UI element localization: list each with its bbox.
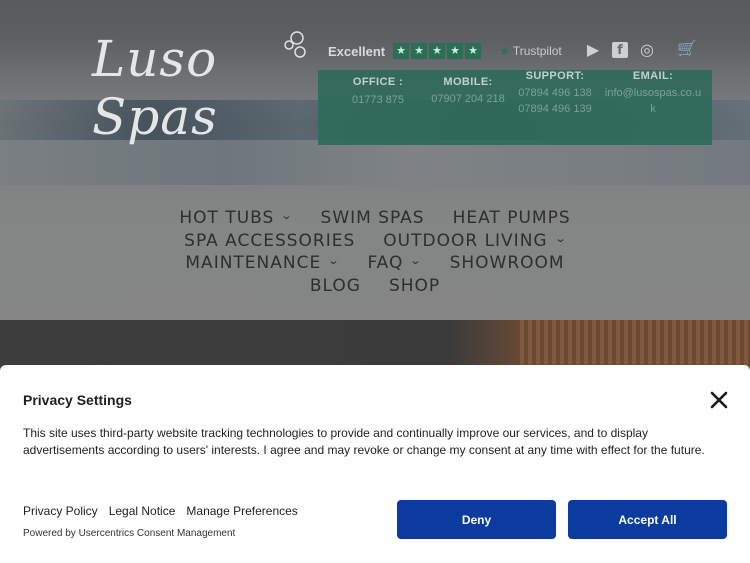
email-address-line2[interactable]: k: [602, 101, 704, 117]
trustpilot-rating-label: Excellent: [328, 43, 386, 59]
star-icon: ★: [429, 43, 446, 59]
office-label: OFFICE :: [352, 76, 404, 88]
dialog-description: This site uses third-party website track…: [23, 426, 705, 457]
youtube-icon[interactable]: ▶: [584, 40, 602, 59]
nav-item-label: BLOG: [309, 276, 361, 296]
legal-notice-link[interactable]: Legal Notice: [109, 504, 176, 518]
nav-item-label: SPA ACCESSORIES: [184, 231, 356, 251]
mobile-phone[interactable]: 07907 204 218: [422, 91, 514, 107]
contact-email: EMAIL: info@lusospas.co.u k: [602, 70, 704, 117]
star-icon: ★: [465, 43, 482, 59]
trustpilot-brand: Trustpilot: [512, 44, 562, 58]
chevron-down-icon: ⌄: [327, 253, 341, 267]
manage-preferences-link[interactable]: Manage Preferences: [186, 504, 297, 518]
accept-all-button[interactable]: Accept All: [568, 500, 727, 539]
nav-item-label: SWIM SPAS: [320, 208, 425, 228]
contact-info-box: OFFICE : 01773 875 MOBILE: 07907 204 218…: [318, 70, 712, 145]
nav-item-label: HOT TUBS: [179, 208, 275, 228]
nav-item-blog[interactable]: BLOG: [310, 276, 361, 296]
nav-item-spa-accessories[interactable]: SPA ACCESSORIES: [184, 231, 355, 251]
email-address-line1[interactable]: info@lusospas.co.u: [602, 85, 704, 101]
nav-item-label: MAINTENANCE: [185, 253, 322, 273]
powered-by-text: Powered by Usercentrics Consent Manageme…: [23, 528, 236, 539]
social-links: ▶ f ◎: [584, 40, 656, 59]
nav-item-outdoor-living[interactable]: OUTDOOR LIVING ⌄: [383, 231, 566, 251]
nav-item-label: FAQ: [367, 253, 404, 273]
nav-item-shop[interactable]: SHOP: [389, 276, 440, 296]
nav-item-maintenance[interactable]: MAINTENANCE ⌄: [185, 253, 339, 273]
privacy-settings-dialog: Privacy Settings This site uses third-pa…: [0, 365, 750, 563]
nav-item-label: OUTDOOR LIVING: [383, 231, 548, 251]
trustpilot-widget[interactable]: Excellent ★ ★ ★ ★ ★ ★ Trustpilot: [328, 42, 562, 60]
support-label: SUPPORT:: [525, 70, 585, 82]
nav-item-showroom[interactable]: SHOWROOM: [450, 253, 565, 273]
nav-item-hot-tubs[interactable]: HOT TUBS ⌄: [179, 208, 292, 228]
chevron-down-icon: ⌄: [280, 208, 295, 222]
close-button[interactable]: [709, 390, 729, 410]
email-label: EMAIL:: [632, 70, 674, 82]
mobile-label: MOBILE:: [443, 76, 493, 88]
trustpilot-logo: ★ Trustpilot: [499, 44, 562, 58]
nav-item-faq[interactable]: FAQ ⌄: [367, 253, 421, 273]
chevron-down-icon: ⌄: [409, 253, 424, 267]
dialog-title: Privacy Settings: [23, 392, 132, 408]
site-logo[interactable]: Luso Spas: [92, 30, 307, 146]
support-phone-2[interactable]: 07894 496 139: [514, 101, 596, 117]
trustpilot-stars: ★ ★ ★ ★ ★: [393, 43, 482, 59]
close-icon: [710, 391, 728, 409]
star-icon: ★: [411, 43, 428, 59]
contact-office: OFFICE : 01773 875: [342, 76, 414, 108]
contact-support: SUPPORT: 07894 496 138 07894 496 139: [514, 70, 596, 117]
privacy-policy-link[interactable]: Privacy Policy: [23, 504, 98, 518]
contact-mobile: MOBILE: 07907 204 218: [422, 76, 514, 107]
chevron-down-icon: ⌄: [554, 231, 568, 245]
trustpilot-star-icon: ★: [499, 44, 510, 58]
nav-item-heat-pumps[interactable]: HEAT PUMPS: [453, 208, 571, 228]
support-phone-1[interactable]: 07894 496 138: [514, 85, 596, 101]
instagram-icon[interactable]: ◎: [638, 40, 656, 59]
nav-item-label: SHOWROOM: [449, 253, 565, 273]
nav-item-label: SHOP: [388, 276, 441, 296]
nav-item-label: HEAT PUMPS: [452, 208, 571, 228]
logo-bubbles-icon: [284, 31, 306, 58]
nav-item-swim-spas[interactable]: SWIM SPAS: [321, 208, 425, 228]
star-icon: ★: [393, 43, 410, 59]
facebook-icon[interactable]: f: [612, 41, 628, 58]
cart-icon[interactable]: 🛒: [677, 39, 697, 58]
star-icon: ★: [447, 43, 464, 59]
deny-button[interactable]: Deny: [397, 500, 556, 539]
office-phone[interactable]: 01773 875: [342, 92, 414, 108]
dialog-links: Privacy Policy Legal Notice Manage Prefe…: [23, 504, 298, 518]
